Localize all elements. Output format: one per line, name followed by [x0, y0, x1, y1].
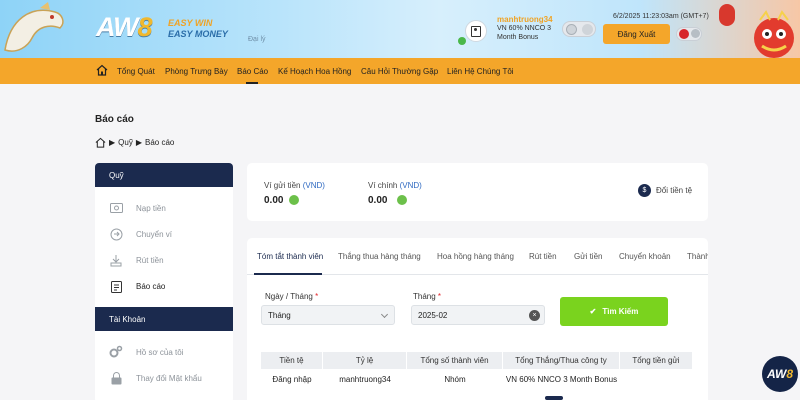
nav-reports[interactable]: Báo Cáo: [237, 67, 268, 76]
col-rate: Tỷ lệ: [323, 352, 407, 369]
table-cell: Nhóm: [444, 375, 466, 384]
home-icon[interactable]: [96, 64, 108, 76]
page-title: Báo cáo: [95, 114, 134, 125]
nav-active-indicator: [246, 82, 258, 84]
table-header: Tiền tệ Tỷ lệ Tổng số thành viên Tổng Th…: [261, 352, 693, 369]
brand-logo[interactable]: AW8: [96, 12, 153, 43]
nav-contact[interactable]: Liên Hệ Chúng Tôi: [447, 67, 514, 76]
top-header: AW8 EASY WIN EASY MONEY Đại lý manhtruon…: [0, 0, 800, 58]
sidebar-item-deposit[interactable]: Nạp tiền: [95, 195, 233, 221]
col-company-win-loss: Tổng Thắng/Thua công ty: [503, 352, 620, 369]
refresh-icon[interactable]: [289, 195, 299, 205]
tab-deposit[interactable]: Gửi tiền: [574, 252, 602, 261]
date-type-select[interactable]: Tháng: [261, 305, 395, 325]
logout-button[interactable]: Đăng Xuất: [603, 24, 670, 44]
nav-commission-plan[interactable]: Kế Hoạch Hoa Hồng: [278, 67, 351, 76]
coin-icon: [566, 24, 577, 35]
username: manhtruong34: [497, 15, 553, 24]
breadcrumb-separator-icon: ▶: [109, 137, 116, 147]
datetime: 6/2/2025 11:23:03am (GMT+7): [613, 13, 709, 20]
sidebar-item-label: Nạp tiền: [136, 203, 166, 213]
transfer-icon: [109, 227, 123, 241]
table-row: Đăng nhập manhtruong34 Nhóm VN 60% NNCO …: [261, 371, 693, 388]
sidebar-section-account: Tài Khoản: [95, 307, 233, 331]
breadcrumb-report: Báo cáo: [144, 137, 175, 147]
wallet-label: Ví gửi tiền (VND): [264, 181, 325, 190]
sidebar-item-profile[interactable]: Hồ sơ của tôi: [95, 339, 233, 365]
language-selector[interactable]: [676, 27, 702, 41]
sidebar-item-change-password[interactable]: Thay đổi Mật khẩu: [95, 365, 233, 391]
table-cell: VN 60% NNCO 3 Month Bonus: [505, 375, 618, 384]
sidebar: Quỹ Nạp tiền Chuyển ví Rút tiền Báo cáo …: [95, 163, 233, 400]
type-field-label: Ngày / Tháng *: [265, 292, 319, 301]
home-icon[interactable]: [95, 137, 106, 148]
withdraw-icon: [109, 253, 123, 267]
table-cell: manhtruong34: [339, 375, 391, 384]
report-card: Tóm tắt thành viên Thắng thua hàng tháng…: [247, 238, 708, 400]
breadcrumb: ▶ Quỹ ▶ Báo cáo: [95, 136, 174, 148]
month-field-label: Tháng *: [413, 292, 442, 301]
main-wallet-value: 0.00: [368, 195, 388, 206]
tab-transfer[interactable]: Chuyển khoản: [619, 252, 671, 261]
tagline-easy-money: EASY MONEY: [168, 29, 228, 39]
tab-monthly-win-loss[interactable]: Thắng thua hàng tháng: [338, 252, 421, 261]
tab-more[interactable]: Thành: [687, 252, 708, 261]
verified-icon: [458, 37, 466, 45]
currency-exchange-button[interactable]: $ Đổi tiền tệ: [638, 184, 692, 197]
refresh-icon[interactable]: [397, 195, 407, 205]
sidebar-item-transfer[interactable]: Chuyển ví: [95, 221, 233, 247]
sidebar-section-fund: Quỹ: [95, 163, 233, 187]
nav-showroom[interactable]: Phòng Trưng Bày: [165, 67, 228, 76]
vietnam-flag-icon: [679, 29, 689, 39]
avatar[interactable]: [465, 20, 487, 42]
check-icon: ✔: [589, 307, 597, 316]
nav-overview[interactable]: Tổng Quát: [117, 67, 155, 76]
floating-logo-button[interactable]: AW 8: [762, 356, 798, 392]
search-button[interactable]: ✔ Tìm Kiếm: [560, 297, 668, 326]
wallet-value: 0.00: [264, 195, 284, 206]
lantern-decoration-icon: [719, 4, 735, 26]
deposit-icon: [109, 201, 123, 215]
main-wallet-label: Ví chính (VND): [368, 181, 422, 190]
tagline-easy-win: EASY WIN: [168, 18, 213, 28]
breadcrumb-fund[interactable]: Quỹ: [118, 138, 133, 147]
chevron-down-icon: [691, 29, 700, 38]
sidebar-item-withdraw[interactable]: Rút tiền: [95, 247, 233, 273]
col-total-deposit: Tổng tiền gửi: [620, 352, 693, 369]
tab-monthly-commission[interactable]: Hoa hồng hàng tháng: [437, 252, 514, 261]
col-total-members: Tổng số thành viên: [407, 352, 503, 369]
breadcrumb-separator-icon: ▶: [135, 137, 142, 147]
tab-active-indicator: [254, 273, 322, 275]
exchange-label: Đổi tiền tệ: [656, 186, 693, 195]
toggle-knob: [582, 24, 593, 35]
sidebar-item-label: Chuyển ví: [136, 229, 173, 239]
sidebar-item-report[interactable]: Báo cáo: [95, 273, 233, 299]
currency-exchange-icon: $: [638, 184, 651, 197]
clear-icon[interactable]: ×: [529, 310, 540, 321]
nav-faq[interactable]: Câu Hỏi Thường Gặp: [361, 67, 438, 76]
commission-plan: VN 60% NNCO 3 Month Bonus: [497, 25, 552, 41]
table-cell: Đăng nhập: [272, 375, 312, 384]
main-nav: Tổng Quát Phòng Trưng Bày Báo Cáo Kế Hoạ…: [0, 58, 800, 84]
clipboard-icon: [109, 279, 123, 293]
lock-icon: [109, 371, 123, 385]
sidebar-item-label: Báo cáo: [136, 281, 166, 291]
sidebar-item-label: Hồ sơ của tôi: [136, 347, 184, 357]
dragon-decoration-icon: [4, 2, 64, 52]
balance-card: Ví gửi tiền (VND) 0.00 Ví chính (VND) 0.…: [247, 163, 708, 221]
chevron-down-icon: [380, 310, 389, 319]
table-cell: [620, 371, 693, 388]
balance-toggle[interactable]: [562, 21, 596, 37]
gear-icon: [109, 345, 123, 359]
tab-withdraw[interactable]: Rút tiền: [529, 252, 557, 261]
agent-tag: Đại lý: [248, 36, 266, 43]
horizontal-scrollbar[interactable]: [545, 396, 563, 400]
month-input[interactable]: 2025-02 ×: [411, 305, 545, 325]
user-id-icon: [471, 25, 481, 37]
lion-dance-decoration-icon: [754, 10, 794, 58]
col-currency: Tiền tệ: [261, 352, 323, 369]
sidebar-item-label: Thay đổi Mật khẩu: [136, 373, 202, 383]
tab-member-summary[interactable]: Tóm tắt thành viên: [257, 252, 323, 261]
sidebar-item-label: Rút tiền: [136, 255, 164, 265]
